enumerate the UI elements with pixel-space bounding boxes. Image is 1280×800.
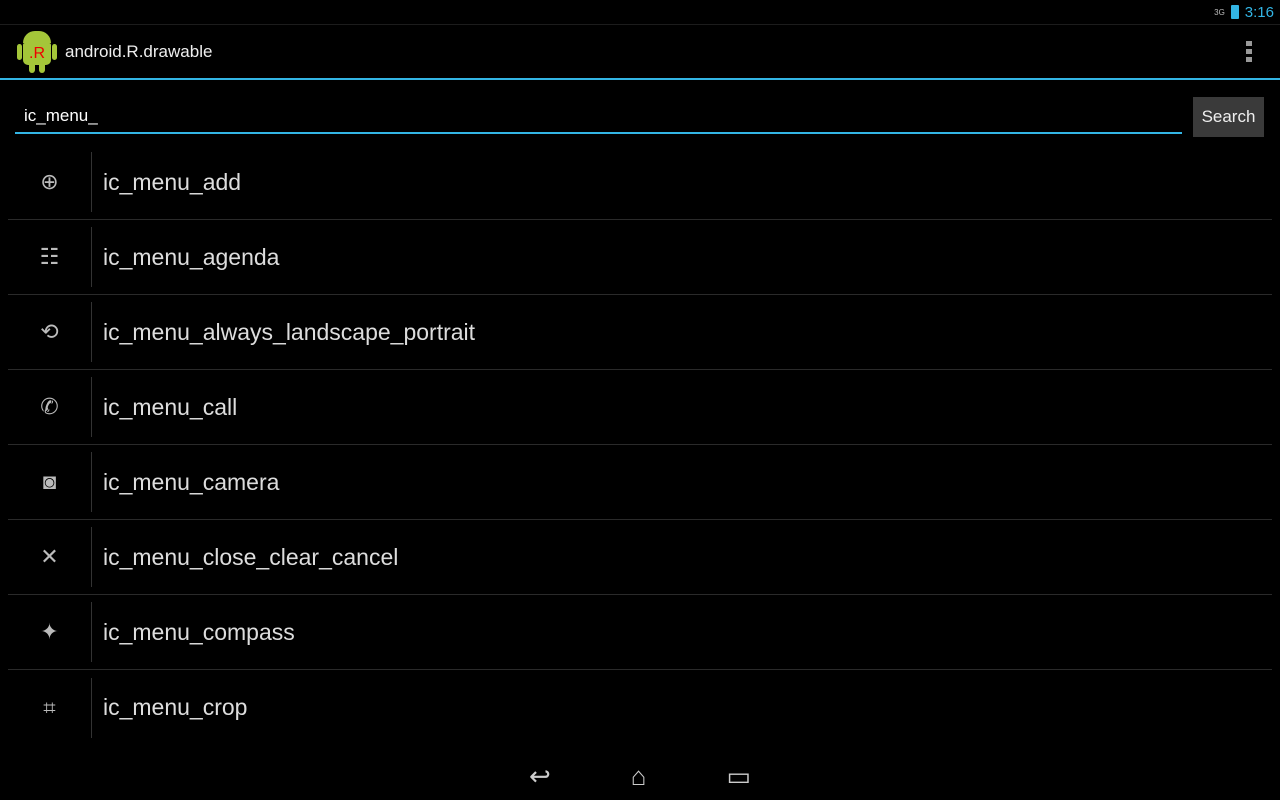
compass-icon: ✦	[8, 602, 92, 662]
list-item[interactable]: ✕ ic_menu_close_clear_cancel	[8, 520, 1272, 595]
back-icon[interactable]: ↩	[529, 761, 551, 792]
list-item[interactable]: ☷ ic_menu_agenda	[8, 220, 1272, 295]
home-icon[interactable]: ⌂	[631, 761, 647, 792]
clock: 3:16	[1244, 3, 1274, 21]
app-title: android.R.drawable	[65, 41, 213, 61]
status-bar: 3G 3:16	[0, 0, 1280, 25]
search-button[interactable]: Search	[1193, 97, 1264, 137]
agenda-icon: ☷	[8, 227, 92, 287]
navigation-bar: ↩ ⌂ ▭	[0, 752, 1280, 800]
app-logo-icon: .R	[17, 29, 57, 75]
overflow-menu-icon[interactable]	[1246, 41, 1252, 62]
crop-icon: ⌗	[8, 677, 92, 738]
rotate-icon: ⟲	[8, 302, 92, 362]
list-item[interactable]: ✦ ic_menu_compass	[8, 595, 1272, 670]
list-item[interactable]: ✆ ic_menu_call	[8, 370, 1272, 445]
add-icon: ⊕	[8, 152, 92, 212]
list-item[interactable]: ⊕ ic_menu_add	[8, 145, 1272, 220]
recents-icon[interactable]: ▭	[726, 761, 751, 792]
close-icon: ✕	[8, 527, 92, 587]
action-bar: .R android.R.drawable	[0, 25, 1280, 80]
drawable-list[interactable]: ⊕ ic_menu_add ☷ ic_menu_agenda ⟲ ic_menu_al…	[8, 145, 1272, 745]
list-item[interactable]: ◙ ic_menu_camera	[8, 445, 1272, 520]
camera-icon: ◙	[8, 452, 92, 512]
phone-icon: ✆	[8, 377, 92, 437]
battery-icon	[1230, 5, 1239, 19]
list-item[interactable]: ⟲ ic_menu_always_landscape_portrait	[8, 295, 1272, 370]
signal-3g-icon: 3G	[1214, 7, 1225, 17]
search-input[interactable]	[15, 100, 1182, 134]
list-item[interactable]: ⌗ ic_menu_crop	[8, 670, 1272, 745]
